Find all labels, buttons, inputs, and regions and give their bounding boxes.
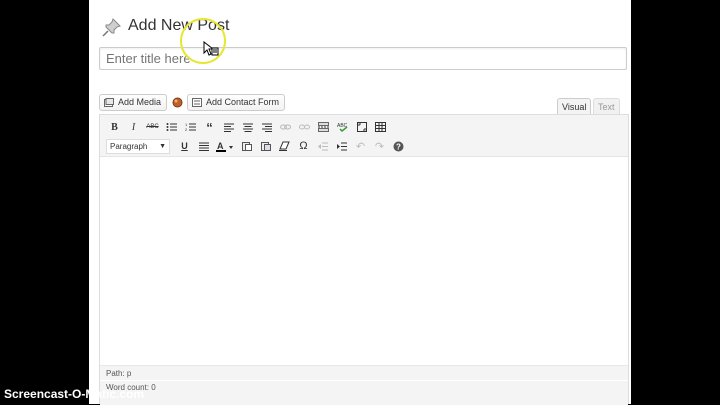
svg-text:A: A	[217, 141, 224, 151]
post-title-input[interactable]	[99, 47, 627, 70]
align-center-icon[interactable]	[239, 119, 256, 135]
bold-icon[interactable]: B	[106, 119, 123, 135]
underline-icon[interactable]: U	[176, 138, 193, 154]
redo-icon[interactable]: ↷	[371, 138, 388, 154]
text-color-icon[interactable]: A	[214, 138, 236, 154]
undo-icon[interactable]: ↶	[352, 138, 369, 154]
move-cursor-icon	[203, 41, 219, 56]
contact-form-plugin-icon[interactable]	[172, 97, 183, 108]
bullet-list-icon[interactable]	[163, 119, 180, 135]
format-select[interactable]: Paragraph ▼	[106, 138, 170, 154]
strikethrough-icon[interactable]: ABC	[144, 119, 161, 135]
add-contact-form-button[interactable]: Add Contact Form	[187, 94, 286, 111]
content-editor[interactable]: B I ABC 12 “ ABC Paragraph ▼ U A Ω ↶ ↷ ?…	[99, 114, 629, 405]
media-icon	[104, 98, 114, 107]
tab-visual[interactable]: Visual	[557, 98, 592, 115]
numbered-list-icon[interactable]: 12	[182, 119, 199, 135]
blockquote-icon[interactable]: “	[201, 119, 218, 135]
spellcheck-icon[interactable]: ABC	[334, 119, 351, 135]
toolbar-row-1: B I ABC 12 “ ABC	[106, 119, 389, 135]
kitchen-sink-icon[interactable]	[372, 119, 389, 135]
outdent-icon[interactable]	[314, 138, 331, 154]
chevron-down-icon: ▼	[159, 142, 166, 150]
recording-watermark: Screencast-O-Matic.com	[4, 387, 145, 401]
clear-formatting-icon[interactable]	[276, 138, 293, 154]
special-char-icon[interactable]: Ω	[295, 138, 312, 154]
link-icon[interactable]	[277, 119, 294, 135]
word-count: Word count: 0	[100, 381, 628, 405]
paste-text-icon[interactable]	[238, 138, 255, 154]
add-media-label: Add Media	[118, 97, 162, 107]
read-more-icon[interactable]	[315, 119, 332, 135]
align-left-icon[interactable]	[220, 119, 237, 135]
toolbar-row-2: Paragraph ▼ U A Ω ↶ ↷ ?	[106, 138, 407, 154]
fullscreen-icon[interactable]	[353, 119, 370, 135]
editor-path: Path: p	[100, 365, 628, 380]
svg-text:2: 2	[185, 127, 188, 132]
unlink-icon[interactable]	[296, 119, 313, 135]
help-icon[interactable]: ?	[390, 138, 407, 154]
form-icon	[192, 98, 202, 107]
indent-icon[interactable]	[333, 138, 350, 154]
paste-word-icon[interactable]	[257, 138, 274, 154]
italic-icon[interactable]: I	[125, 119, 142, 135]
add-media-button[interactable]: Add Media	[99, 94, 168, 111]
justify-icon[interactable]	[195, 138, 212, 154]
add-contact-form-label: Add Contact Form	[206, 97, 280, 107]
svg-text:?: ?	[396, 142, 401, 151]
pushpin-icon	[102, 18, 121, 37]
tab-text[interactable]: Text	[593, 98, 620, 115]
editor-toolbar: B I ABC 12 “ ABC Paragraph ▼ U A Ω ↶ ↷ ?	[100, 115, 628, 157]
format-select-value: Paragraph	[110, 141, 148, 151]
align-right-icon[interactable]	[258, 119, 275, 135]
